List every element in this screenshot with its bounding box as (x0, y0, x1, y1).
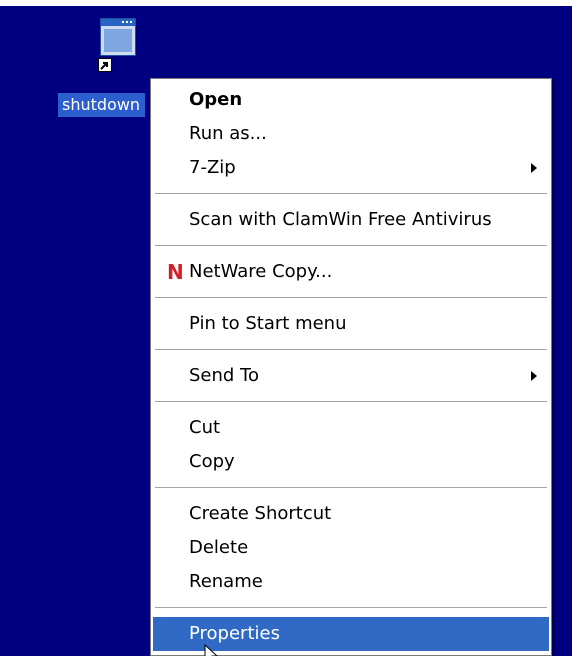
menu-item-delete[interactable]: Delete (153, 531, 549, 565)
menu-item-label: Pin to Start menu (189, 313, 347, 334)
menu-item-label: Cut (189, 417, 221, 438)
menu-item-label: Properties (189, 623, 280, 644)
netware-icon: N (167, 260, 184, 284)
menu-item-create-shortcut[interactable]: Create Shortcut (153, 497, 549, 531)
menu-separator (155, 245, 547, 246)
menu-item-run-as[interactable]: Run as... (153, 117, 549, 151)
menu-item-label: Rename (189, 571, 263, 592)
menu-item-scan-with-clamwin-free-antivirus[interactable]: Scan with ClamWin Free Antivirus (153, 203, 549, 237)
window-icon (100, 18, 136, 56)
menu-item-cut[interactable]: Cut (153, 411, 549, 445)
menu-item-send-to[interactable]: Send To (153, 359, 549, 393)
menu-item-label: Copy (189, 451, 235, 472)
menu-separator (155, 487, 547, 488)
context-menu: Open Run as... 7-Zip Scan with ClamWin Free… (150, 78, 552, 656)
submenu-arrow-icon (531, 163, 537, 173)
window-buttons-glyph (122, 21, 132, 23)
menu-separator (155, 607, 547, 608)
menu-item-pin-to-start-menu[interactable]: Pin to Start menu (153, 307, 549, 341)
menu-item-copy[interactable]: Copy (153, 445, 549, 479)
menu-item-label: Run as... (189, 123, 267, 144)
desktop[interactable]: shutdown Open Run as... 7-Zip Scan with Cla… (0, 6, 572, 656)
menu-separator (155, 193, 547, 194)
menu-separator (155, 401, 547, 402)
menu-item-label: Open (189, 89, 243, 110)
menu-separator (155, 297, 547, 298)
arrow-pointer-icon (204, 644, 218, 656)
menu-item-label: NetWare Copy... (189, 261, 333, 282)
menu-item-open[interactable]: Open (153, 83, 549, 117)
menu-item-7-zip[interactable]: 7-Zip (153, 151, 549, 185)
window-body-glyph (104, 29, 132, 52)
menu-item-label: 7-Zip (189, 157, 236, 178)
menu-item-label: Scan with ClamWin Free Antivirus (189, 209, 492, 230)
menu-item-label: Send To (189, 365, 260, 386)
desktop-icon-label[interactable]: shutdown (58, 93, 146, 117)
menu-separator (155, 349, 547, 350)
shortcut-desktop-icon[interactable] (98, 18, 138, 74)
shortcut-arrow-icon (98, 58, 112, 72)
menu-item-netware-copy[interactable]: N NetWare Copy... (153, 255, 549, 289)
submenu-arrow-icon (531, 371, 537, 381)
menu-item-label: Create Shortcut (189, 503, 332, 524)
menu-item-rename[interactable]: Rename (153, 565, 549, 599)
menu-item-label: Delete (189, 537, 249, 558)
